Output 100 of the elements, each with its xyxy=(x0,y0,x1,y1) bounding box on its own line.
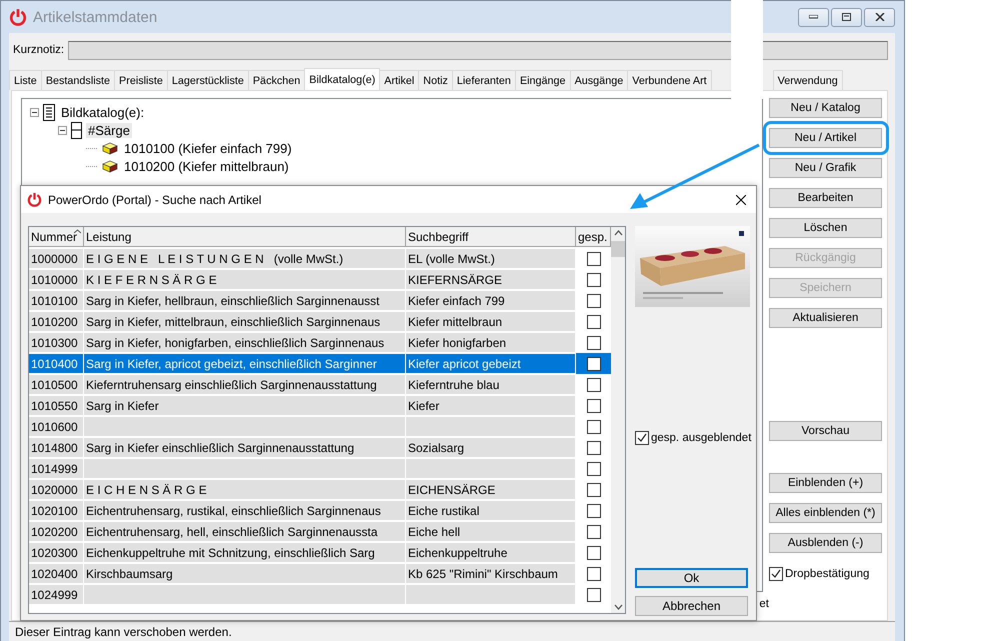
checkbox[interactable] xyxy=(586,588,600,602)
table-cell: Kirschbaumsarg xyxy=(84,564,405,583)
checkbox[interactable] xyxy=(586,440,600,454)
tab[interactable]: Verbundene Art xyxy=(627,70,712,90)
action-button[interactable]: Neu / Grafik xyxy=(769,158,882,178)
sort-icon xyxy=(74,229,81,234)
table-cell: E I C H E N S Ä R G E xyxy=(84,480,405,499)
window-title: Artikelstammdaten xyxy=(33,8,158,26)
box-icon xyxy=(102,141,118,155)
table-cell: E I G E N E L E I S T U N G E N (volle MwSt.) xyxy=(84,249,405,268)
tree-item[interactable]: #Särge xyxy=(86,122,132,138)
document-icon xyxy=(43,104,55,120)
collapse-icon[interactable] xyxy=(58,126,67,134)
action-button[interactable]: Vorschau xyxy=(769,421,882,441)
checkbox[interactable] xyxy=(586,356,600,370)
tree-item[interactable]: 1010200 (Kiefer mittelbraun) xyxy=(122,158,291,174)
action-button[interactable]: Neu / Artikel xyxy=(769,128,882,148)
table-cell: Eiche rustikal xyxy=(406,501,575,520)
action-button[interactable]: Bearbeiten xyxy=(769,188,882,208)
column-header[interactable]: Nummer xyxy=(29,227,84,247)
kurznotiz-field[interactable] xyxy=(68,40,888,60)
table-cell: 1010300 xyxy=(29,333,83,352)
scrollbar-thumb[interactable] xyxy=(611,241,625,257)
checkbox[interactable] xyxy=(586,420,600,434)
table-cell: Eichenkuppeltruhe xyxy=(406,543,575,562)
action-button[interactable]: Ausblenden (-) xyxy=(769,533,882,553)
action-button[interactable]: Neu / Katalog xyxy=(769,98,882,118)
table-cell: Eichenkuppeltruhe mit Schnitzung, einschließlich Sarg xyxy=(84,543,405,562)
checkbox[interactable] xyxy=(586,294,600,308)
table-cell: Kb 625 "Rimini" Kirschbaum xyxy=(406,564,575,583)
tab[interactable]: Bildkatalog(e) xyxy=(304,68,380,90)
table-cell: Kieferntruhensarg einschließlich Sarginnenausstattung xyxy=(84,375,405,394)
table-cell: Sarg in Kiefer, mittelbraun, einschließlich Sarginnenaus xyxy=(84,312,405,331)
table-cell: 1024999 xyxy=(29,585,83,604)
tree-item[interactable]: Bildkatalog(e): xyxy=(59,104,146,120)
table-cell: 1000000 xyxy=(29,249,83,268)
table-cell: Sarg in Kiefer, hellbraun, einschließlich Sarginnenausst xyxy=(84,291,405,310)
table-cell: Sarg in Kiefer, apricot gebeizt, einschließlich Sarginner xyxy=(84,354,405,373)
close-button[interactable] xyxy=(864,8,895,26)
minimize-icon xyxy=(809,15,818,19)
table-cell: 1020200 xyxy=(29,522,83,541)
tree-item[interactable]: 1010100 (Kiefer einfach 799) xyxy=(122,140,294,156)
table-cell: 1014999 xyxy=(29,459,83,478)
table-cell: K I E F E R N S Ä R G E xyxy=(84,270,405,289)
checkbox[interactable] xyxy=(586,482,600,496)
table-cell: 1020000 xyxy=(29,480,83,499)
collapse-icon[interactable] xyxy=(30,108,39,116)
checkbox[interactable] xyxy=(586,398,600,412)
checkbox[interactable] xyxy=(586,462,600,476)
logo-icon xyxy=(27,192,42,207)
checkbox[interactable] xyxy=(769,567,783,581)
checkbox[interactable] xyxy=(586,314,600,328)
table-cell: Sozialsarg xyxy=(406,438,575,457)
checkbox[interactable] xyxy=(586,272,600,286)
action-button[interactable]: Alles einblenden (*) xyxy=(769,503,882,523)
table-cell: 1010200 xyxy=(29,312,83,331)
column-header[interactable]: Leistung xyxy=(84,227,406,247)
table-cell: 1014800 xyxy=(29,438,83,457)
checkbox[interactable] xyxy=(586,336,600,350)
table-cell: Kiefer apricot gebeizt xyxy=(406,354,575,373)
table-cell: EICHENSÄRGE xyxy=(406,480,575,499)
column-header[interactable]: Suchbegriff xyxy=(406,227,576,247)
table-cell: Kiefer einfach 799 xyxy=(406,291,575,310)
column-header[interactable]: gesp. xyxy=(576,227,611,247)
maximize-button[interactable] xyxy=(831,8,862,26)
table-cell: 1010100 xyxy=(29,291,83,310)
checkbox[interactable] xyxy=(586,252,600,266)
table-cell: Kiefer honigfarben xyxy=(406,333,575,352)
minimize-button[interactable] xyxy=(798,8,829,26)
checkbox-label: Dropbestätigung xyxy=(785,568,870,580)
action-button[interactable]: Einblenden (+) xyxy=(769,473,882,493)
table-cell: Eichentruhensarg, hell, einschließlich Sarginnenaussta xyxy=(84,522,405,541)
folder-icon xyxy=(71,122,82,138)
checkbox[interactable] xyxy=(586,378,600,392)
table-cell: EL (volle MwSt.) xyxy=(406,249,575,268)
tab[interactable]: Liste xyxy=(9,70,42,90)
table-cell: 1010400 xyxy=(29,354,83,373)
dialog-button[interactable]: Abbrechen xyxy=(635,596,748,616)
table-cell: Kieferntruhe blau xyxy=(406,375,575,394)
logo-icon xyxy=(9,8,27,26)
table-cell: Sarg in Kiefer xyxy=(84,396,405,415)
table-cell: Sarg in Kiefer einschließlich Sarginnenausstattung xyxy=(84,438,405,457)
table-cell: 1020300 xyxy=(29,543,83,562)
table-cell: Kiefer mittelbraun xyxy=(406,312,575,331)
checkbox[interactable] xyxy=(635,431,649,445)
field-label: Kurznotiz: xyxy=(13,44,64,56)
box-icon xyxy=(102,159,118,173)
checkbox[interactable] xyxy=(586,566,600,580)
close-icon xyxy=(874,13,884,21)
checkbox[interactable] xyxy=(586,546,600,560)
dialog-title: PowerOrdo (Portal) - Suche nach Artikel xyxy=(48,192,262,206)
action-button[interactable]: Löschen xyxy=(769,218,882,238)
checkbox[interactable] xyxy=(586,524,600,538)
table-cell: Kiefer xyxy=(406,396,575,415)
action-button[interactable]: Aktualisieren xyxy=(769,308,882,328)
dialog-button[interactable]: Ok xyxy=(635,568,748,588)
table-cell: Eichentruhensarg, rustikal, einschließlich Sarginnenaus xyxy=(84,501,405,520)
checkbox[interactable] xyxy=(586,504,600,518)
table-cell: Eiche hell xyxy=(406,522,575,541)
tab[interactable]: Verwendung xyxy=(772,70,843,90)
